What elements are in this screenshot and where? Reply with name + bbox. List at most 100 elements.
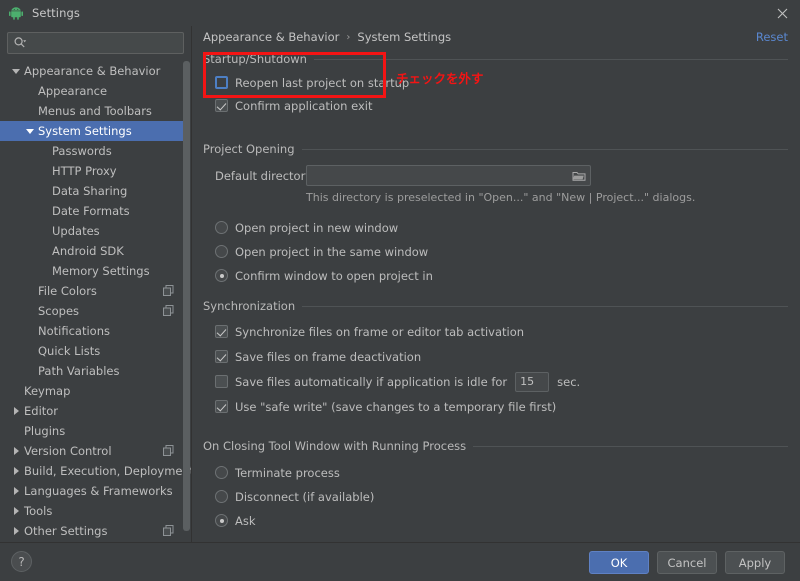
sidebar-item-date-formats[interactable]: Date Formats — [0, 201, 183, 221]
checkbox-row-sync-files[interactable]: Synchronize files on frame or editor tab… — [215, 321, 800, 342]
search-input[interactable] — [27, 34, 183, 52]
sidebar-item-scopes[interactable]: Scopes — [0, 301, 183, 321]
folder-icon[interactable] — [570, 168, 587, 183]
sidebar-item-appearance-behavior[interactable]: Appearance & Behavior — [0, 61, 183, 81]
sidebar-item-path-variables[interactable]: Path Variables — [0, 361, 183, 381]
checkbox-row-save-idle[interactable]: Save files automatically if application … — [215, 371, 800, 392]
sidebar-item-notifications[interactable]: Notifications — [0, 321, 183, 341]
radio-row-open-new-window[interactable]: Open project in new window — [215, 217, 800, 238]
sidebar-item-label: Version Control — [24, 444, 112, 458]
window-title: Settings — [32, 6, 80, 20]
radio-row-ask[interactable]: Ask — [215, 510, 800, 531]
sidebar-item-android-sdk[interactable]: Android SDK — [0, 241, 183, 261]
chevron-right-icon[interactable] — [11, 466, 21, 476]
confirm-application-exit-checkbox[interactable] — [215, 99, 228, 112]
search-box[interactable] — [7, 32, 184, 54]
sidebar-item-label: Android SDK — [52, 244, 124, 258]
synchronize-files-checkbox[interactable] — [215, 325, 228, 338]
sidebar-item-menus-and-toolbars[interactable]: Menus and Toolbars — [0, 101, 183, 121]
default-directory-hint-row: This directory is preselected in "Open..… — [306, 187, 800, 208]
sidebar-item-label: Languages & Frameworks — [24, 484, 173, 498]
chevron-right-icon[interactable] — [11, 506, 21, 516]
idle-seconds-input[interactable] — [515, 372, 549, 392]
sidebar-item-passwords[interactable]: Passwords — [0, 141, 183, 161]
chevron-right-icon[interactable] — [11, 406, 21, 416]
sidebar-item-memory-settings[interactable]: Memory Settings — [0, 261, 183, 281]
breadcrumb-parent[interactable]: Appearance & Behavior — [203, 30, 339, 44]
sidebar-item-updates[interactable]: Updates — [0, 221, 183, 241]
close-icon[interactable] — [774, 5, 790, 21]
save-files-idle-checkbox[interactable] — [215, 375, 228, 388]
group-header: Project Opening — [192, 142, 800, 156]
sidebar-scrollbar[interactable] — [183, 61, 190, 542]
default-directory-input[interactable] — [307, 166, 567, 185]
disconnect-radio[interactable] — [215, 490, 228, 503]
chevron-right-icon[interactable] — [11, 526, 21, 536]
sidebar-item-editor[interactable]: Editor — [0, 401, 183, 421]
checkbox-row-safe-write[interactable]: Use "safe write" (save changes to a temp… — [215, 396, 800, 417]
sidebar-item-plugins[interactable]: Plugins — [0, 421, 183, 441]
checkbox-row-reopen-last-project[interactable]: Reopen last project on startup — [215, 72, 800, 93]
sidebar-item-languages-frameworks[interactable]: Languages & Frameworks — [0, 481, 183, 501]
ask-radio[interactable] — [215, 514, 228, 527]
sidebar-item-quick-lists[interactable]: Quick Lists — [0, 341, 183, 361]
sidebar-item-data-sharing[interactable]: Data Sharing — [0, 181, 183, 201]
ok-button[interactable]: OK — [589, 551, 649, 574]
settings-content: Appearance & Behavior › System Settings … — [192, 26, 800, 542]
idle-seconds-unit: sec. — [557, 375, 580, 389]
open-project-new-window-radio[interactable] — [215, 221, 228, 234]
sidebar-item-system-settings[interactable]: System Settings — [0, 121, 183, 141]
sidebar-item-http-proxy[interactable]: HTTP Proxy — [0, 161, 183, 181]
sidebar-item-build-execution-deployment[interactable]: Build, Execution, Deployment — [0, 461, 183, 481]
ask-label: Ask — [235, 514, 256, 528]
default-directory-field[interactable] — [306, 165, 591, 186]
copy-settings-icon — [163, 285, 174, 296]
terminate-process-radio[interactable] — [215, 466, 228, 479]
annotation-text: チェックを外す — [396, 68, 484, 87]
sidebar-item-keymap[interactable]: Keymap — [0, 381, 183, 401]
disconnect-label: Disconnect (if available) — [235, 490, 374, 504]
sidebar-item-tools[interactable]: Tools — [0, 501, 183, 521]
settings-sidebar: Appearance & Behavior AppearanceMenus and… — [0, 26, 191, 542]
apply-button[interactable]: Apply — [725, 551, 785, 574]
chevron-down-icon[interactable] — [11, 66, 21, 76]
radio-row-open-same-window[interactable]: Open project in the same window — [215, 241, 800, 262]
sidebar-item-label: Updates — [52, 224, 100, 238]
save-files-idle-label: Save files automatically if application … — [235, 375, 507, 389]
checkbox-row-save-on-deactivation[interactable]: Save files on frame deactivation — [215, 346, 800, 367]
reset-link[interactable]: Reset — [756, 30, 788, 44]
settings-tree[interactable]: Appearance & Behavior AppearanceMenus and… — [0, 61, 191, 542]
radio-row-confirm-window[interactable]: Confirm window to open project in — [215, 265, 800, 286]
sidebar-item-appearance[interactable]: Appearance — [0, 81, 183, 101]
sidebar-item-label: Appearance & Behavior — [24, 64, 160, 78]
sidebar-item-version-control[interactable]: Version Control — [0, 441, 183, 461]
group-rule — [473, 446, 788, 447]
chevron-right-icon[interactable] — [11, 486, 21, 496]
sidebar-item-label: Date Formats — [52, 204, 130, 218]
open-project-same-window-radio[interactable] — [215, 245, 228, 258]
sidebar-item-label: Quick Lists — [38, 344, 100, 358]
copy-settings-icon — [163, 445, 174, 456]
terminate-process-label: Terminate process — [235, 466, 340, 480]
radio-row-disconnect[interactable]: Disconnect (if available) — [215, 486, 800, 507]
sidebar-item-label: Notifications — [38, 324, 110, 338]
help-icon[interactable]: ? — [11, 551, 32, 572]
search-area — [0, 26, 191, 59]
checkbox-row-confirm-exit[interactable]: Confirm application exit — [215, 95, 800, 116]
group-synchronization: Synchronization Synchronize files on fra… — [192, 299, 800, 417]
reopen-last-project-checkbox[interactable] — [215, 76, 228, 89]
sidebar-scrollbar-thumb[interactable] — [183, 61, 190, 531]
cancel-button[interactable]: Cancel — [657, 551, 717, 574]
group-header: Synchronization — [192, 299, 800, 313]
save-files-deactivation-checkbox[interactable] — [215, 350, 228, 363]
search-icon[interactable] — [13, 36, 27, 50]
confirm-window-radio[interactable] — [215, 269, 228, 282]
sidebar-item-label: Build, Execution, Deployment — [24, 464, 191, 478]
sidebar-item-file-colors[interactable]: File Colors — [0, 281, 183, 301]
chevron-right-icon[interactable] — [11, 446, 21, 456]
radio-row-terminate-process[interactable]: Terminate process — [215, 462, 800, 483]
chevron-down-icon[interactable] — [25, 126, 35, 136]
safe-write-checkbox[interactable] — [215, 400, 228, 413]
sidebar-item-other-settings[interactable]: Other Settings — [0, 521, 183, 541]
android-robot-icon — [8, 5, 24, 21]
